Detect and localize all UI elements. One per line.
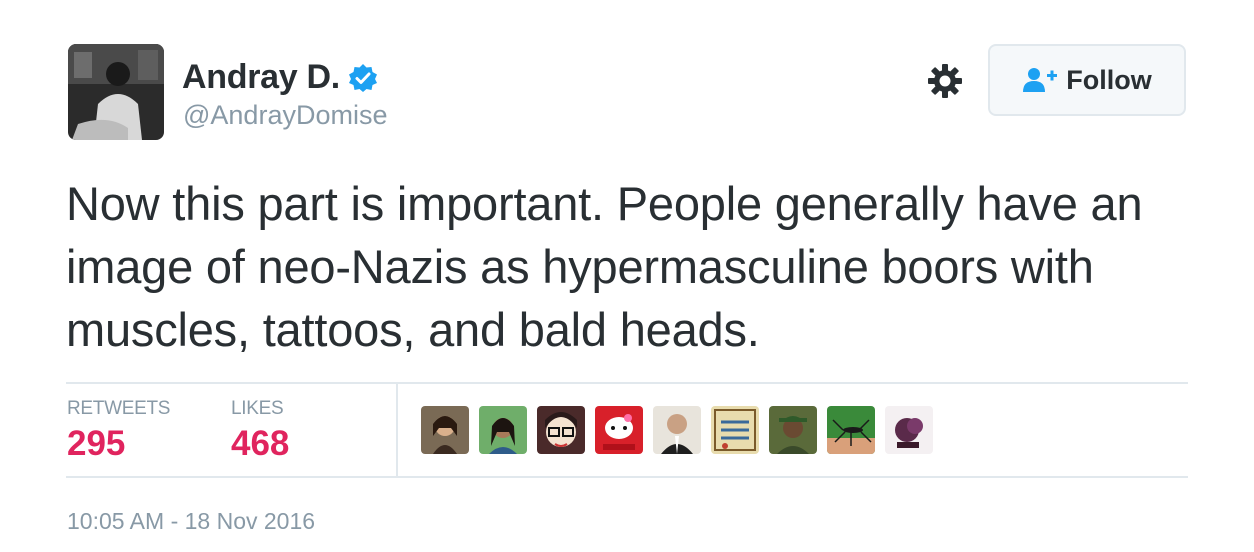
verified-badge-icon bbox=[348, 63, 377, 92]
gear-icon[interactable] bbox=[926, 62, 964, 100]
stats-top-divider bbox=[66, 382, 1188, 384]
user-avatar[interactable] bbox=[68, 44, 164, 140]
liker-avatars bbox=[421, 406, 943, 454]
likes-stat[interactable]: LIKES 468 bbox=[231, 398, 289, 464]
author-name-row: Andray D. bbox=[182, 58, 378, 97]
retweets-label: RETWEETS bbox=[67, 398, 171, 419]
liker-avatar-7[interactable] bbox=[769, 406, 817, 454]
stats-bottom-divider bbox=[66, 476, 1188, 478]
follow-label: Follow bbox=[1066, 64, 1152, 95]
liker-avatar-8[interactable] bbox=[827, 406, 875, 454]
likes-count: 468 bbox=[231, 424, 290, 463]
liker-avatar-9[interactable] bbox=[885, 406, 933, 454]
likes-label: LIKES bbox=[231, 398, 284, 419]
liker-avatar-5[interactable] bbox=[653, 406, 701, 454]
tweet-text: Now this part is important. People gener… bbox=[66, 177, 1143, 356]
retweets-count: 295 bbox=[67, 424, 126, 463]
liker-avatar-3[interactable] bbox=[537, 406, 585, 454]
user-handle[interactable]: @AndrayDomise bbox=[183, 100, 387, 131]
liker-avatar-6[interactable] bbox=[711, 406, 759, 454]
liker-avatar-1[interactable] bbox=[421, 406, 469, 454]
follow-button[interactable]: Follow bbox=[988, 44, 1186, 116]
add-user-icon bbox=[1023, 68, 1058, 92]
liker-avatar-2[interactable] bbox=[479, 406, 527, 454]
tweet-timestamp[interactable]: 10:05 AM - 18 Nov 2016 bbox=[67, 508, 315, 535]
retweets-stat[interactable]: RETWEETS 295 bbox=[67, 398, 170, 464]
stats-vertical-divider bbox=[396, 384, 398, 476]
liker-avatar-4[interactable] bbox=[595, 406, 643, 454]
display-name[interactable]: Andray D. bbox=[182, 58, 340, 97]
